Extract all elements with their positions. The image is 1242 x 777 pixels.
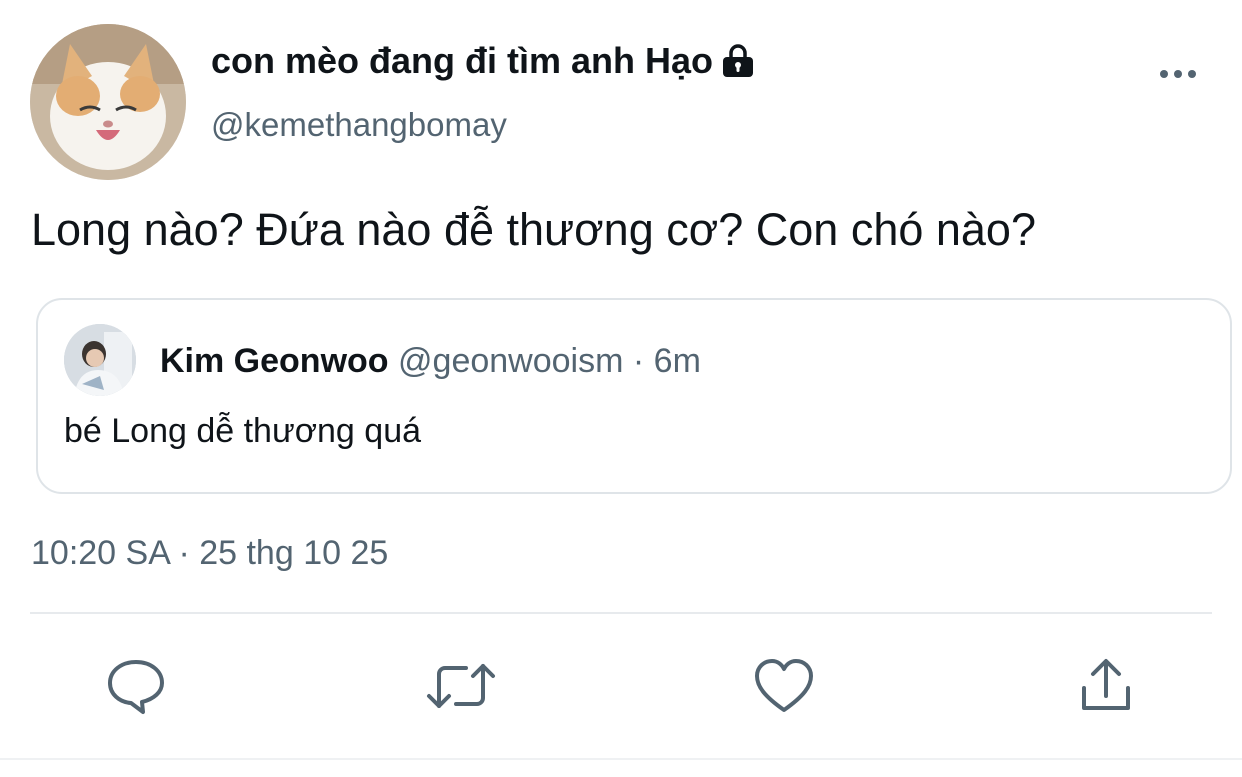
quoted-tweet-card[interactable]: Kim Geonwoo @geonwooism · 6m bé Long dễ … xyxy=(36,298,1232,494)
share-icon xyxy=(1082,659,1130,710)
quoted-tweet-header: Kim Geonwoo @geonwooism · 6m xyxy=(160,342,701,381)
author-handle[interactable]: @kemethangbomay xyxy=(211,106,507,144)
author-name-text: con mèo đang đi tìm anh Hạo xyxy=(211,40,714,81)
reply-icon xyxy=(108,660,164,714)
cat-avatar-image xyxy=(30,24,186,180)
quoted-author-handle[interactable]: @geonwooism xyxy=(398,342,623,380)
share-button[interactable] xyxy=(1078,656,1138,716)
quoted-separator: · xyxy=(632,342,645,380)
quoted-author-avatar[interactable] xyxy=(64,324,136,396)
lock-icon xyxy=(721,43,755,79)
tweet-text: Long nào? Đứa nào đễ thương cơ? Con chó … xyxy=(31,204,1036,255)
tweet-timestamp[interactable]: 10:20 SA · 25 thg 10 25 xyxy=(31,534,388,573)
like-button[interactable] xyxy=(754,656,814,716)
quoted-tweet-time[interactable]: 6m xyxy=(654,342,701,380)
quoted-author-name[interactable]: Kim Geonwoo xyxy=(160,342,389,380)
author-display-name[interactable]: con mèo đang đi tìm anh Hạo xyxy=(211,40,755,82)
author-avatar[interactable] xyxy=(30,24,186,180)
divider xyxy=(30,612,1212,614)
person-avatar-image xyxy=(64,324,136,396)
reply-button[interactable] xyxy=(106,656,166,716)
like-icon xyxy=(755,659,813,712)
quoted-tweet-text: bé Long dễ thương quá xyxy=(64,412,422,450)
retweet-icon xyxy=(427,664,495,708)
bottom-divider xyxy=(0,758,1242,760)
retweet-button[interactable] xyxy=(426,656,496,716)
more-options-icon[interactable] xyxy=(1156,60,1200,88)
